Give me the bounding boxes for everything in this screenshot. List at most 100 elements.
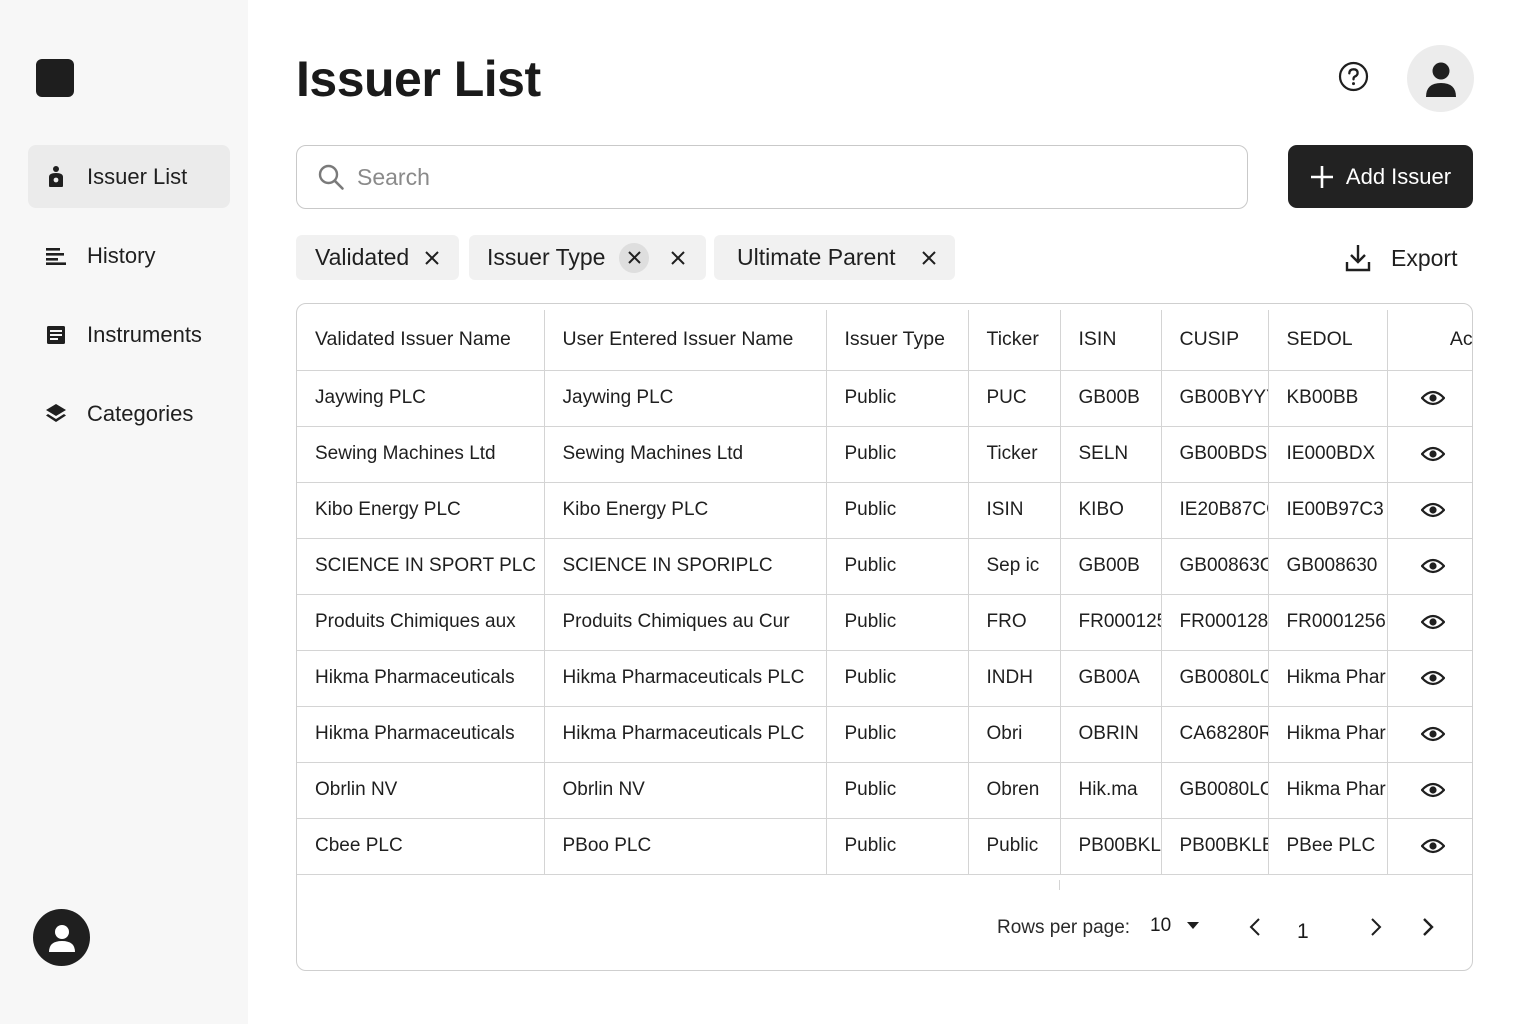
close-icon[interactable] [921,250,936,265]
current-page-number: 1 [1297,920,1309,943]
cell-cusip: GB00BYYY [1161,370,1269,427]
column-header-user-entered-issuer-name[interactable]: User Entered Issuer Name [544,310,827,371]
cell-actions [1387,762,1472,819]
cell-isin: Hik.ma [1060,762,1162,819]
filter-chip-issuer-type[interactable]: Issuer Type [469,235,706,280]
export-button[interactable]: Export [1345,240,1457,276]
cell-issuer-type: Public [826,762,969,819]
cell-ticker: FRO [968,594,1061,651]
table-row[interactable]: SCIENCE IN SPORT PLC SCIENCE IN SPORIPLC P… [297,538,1472,595]
cell-isin: SELN [1060,426,1162,483]
export-label: Export [1391,244,1458,271]
cell-sedol: PBee PLC [1268,818,1388,875]
add-issuer-label: Add Issuer [1345,163,1452,189]
view-eye-icon[interactable] [1420,558,1445,574]
cell-isin: GB00B [1060,538,1162,595]
download-icon [1345,244,1371,272]
cell-actions [1387,538,1472,595]
cell-user-entered-issuer-name: Kibo Energy PLC [544,482,827,539]
column-header-issuer-type[interactable]: Issuer Type [826,310,969,371]
filter-chip-validated[interactable]: Validated [296,235,459,280]
cell-issuer-type: Public [826,818,969,875]
rows-per-page-value: 10 [1150,915,1172,936]
sidebar-item-history[interactable]: History [28,224,230,287]
cell-issuer-type: Public [826,482,969,539]
cell-isin: FR000125 [1060,594,1162,651]
cell-issuer-type: Public [826,594,969,651]
cell-validated-issuer-name: Sewing Machines Ltd [297,426,545,483]
table-row[interactable]: Jaywing PLC Jaywing PLC Public PUC GB00B GB00… [297,370,1472,427]
column-header-cusip[interactable]: CUSIP [1161,310,1269,371]
sidebar-item-label: Instruments [87,321,202,347]
filter-chip-ultimate-parent[interactable]: Ultimate Parent [714,235,955,280]
table-row[interactable]: Obrlin NV Obrlin NV Public Obren Hik.ma GB008… [297,762,1472,819]
view-eye-icon[interactable] [1420,838,1445,854]
cell-user-entered-issuer-name: Produits Chimiques au Cur [544,594,827,651]
table-row[interactable]: Hikma Pharmaceuticals Hikma Pharmaceutica… [297,706,1472,763]
sidebar-nav: Issuer List History Instruments Categori… [28,145,230,461]
profile-avatar[interactable] [1407,45,1474,112]
divider [1059,880,1060,890]
cell-cusip: GB00863C [1161,538,1269,595]
cell-sedol: FR0001256 [1268,594,1388,651]
view-eye-icon[interactable] [1420,502,1445,518]
cell-user-entered-issuer-name: Sewing Machines Ltd [544,426,827,483]
cell-validated-issuer-name: Obrlin NV [297,762,545,819]
table-row[interactable]: Produits Chimiques aux Produits Chimiques… [297,594,1472,651]
cell-issuer-type: Public [826,370,969,427]
cell-actions [1387,426,1472,483]
caret-down-icon [1187,922,1200,930]
column-header-sedol[interactable]: SEDOL [1268,310,1388,371]
table-row[interactable]: Sewing Machines Ltd Sewing Machines Ltd Pu… [297,426,1472,483]
cell-actions [1387,370,1472,427]
cell-sedol: Hikma Phar [1268,706,1388,763]
view-eye-icon[interactable] [1420,390,1445,406]
list-lines-icon [45,245,67,267]
add-issuer-button[interactable]: Add Issuer [1288,145,1473,208]
cell-cusip: GB00BDS8 [1161,426,1269,483]
rows-per-page-label: Rows per page: [997,917,1131,938]
cell-ticker: Obri [968,706,1061,763]
cell-actions [1387,818,1472,875]
table-row[interactable]: Kibo Energy PLC Kibo Energy PLC Public ISIN… [297,482,1472,539]
layers-icon [45,403,67,425]
next-page-button[interactable] [1361,912,1391,942]
search-bar[interactable] [296,145,1248,209]
close-icon[interactable] [425,250,439,265]
column-header-validated-issuer-name[interactable]: Validated Issuer Name [297,310,545,371]
cell-validated-issuer-name: Jaywing PLC [297,370,545,427]
cell-ticker: Sep ic [968,538,1061,595]
view-eye-icon[interactable] [1420,670,1445,686]
table-header-row: Validated Issuer Name User Entered Issue… [297,310,1472,371]
cell-sedol: KB00BB [1268,370,1388,427]
last-page-button[interactable] [1413,912,1443,942]
sidebar-item-categories[interactable]: Categories [28,382,230,445]
clear-circle-icon[interactable] [619,242,650,273]
sidebar-item-issuer-list[interactable]: Issuer List [28,145,230,208]
app-logo[interactable] [36,59,74,97]
cell-sedol: GB008630 [1268,538,1388,595]
close-icon[interactable] [671,250,686,265]
search-input[interactable] [357,163,1217,191]
view-eye-icon[interactable] [1420,726,1445,742]
cell-user-entered-issuer-name: Hikma Pharmaceuticals PLC [544,650,827,707]
view-eye-icon[interactable] [1420,614,1445,630]
view-eye-icon[interactable] [1420,446,1445,462]
previous-page-button[interactable] [1240,912,1270,942]
view-eye-icon[interactable] [1420,782,1445,798]
table-row[interactable]: Cbee PLC PBoo PLC Public Public PB00BKLI PB00… [297,818,1472,875]
help-button[interactable] [1338,61,1369,92]
rows-per-page-select[interactable]: 10 [1150,915,1200,937]
user-avatar[interactable] [33,909,90,966]
table-footer: Rows per page: 10 1 [297,880,1472,970]
cell-isin: PB00BKLI [1060,818,1162,875]
user-icon [1424,60,1458,98]
sidebar-item-instruments[interactable]: Instruments [28,303,230,366]
table-row[interactable]: Hikma Pharmaceuticals Hikma Pharmaceutica… [297,650,1472,707]
sidebar-item-label: Issuer List [87,163,188,189]
column-header-ticker[interactable]: Ticker [968,310,1061,371]
cell-sedol: IE000BDX [1268,426,1388,483]
column-header-isin[interactable]: ISIN [1060,310,1162,371]
cell-validated-issuer-name: Cbee PLC [297,818,545,875]
cell-issuer-type: Public [826,426,969,483]
